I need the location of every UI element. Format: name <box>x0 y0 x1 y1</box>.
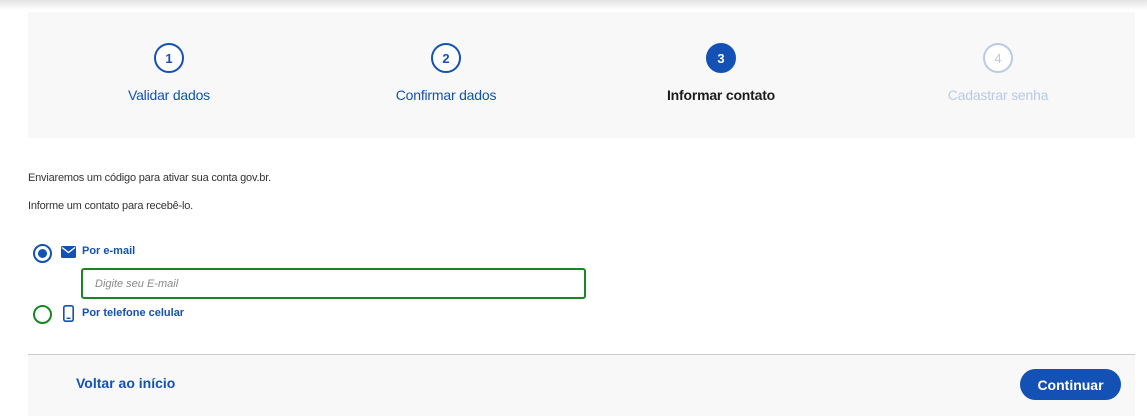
step-confirmar-dados[interactable]: 2 Confirmar dados <box>346 43 546 103</box>
footer-actions: Voltar ao início Continuar <box>28 355 1135 416</box>
info-text-contact: Informe um contato para recebê-lo. <box>28 200 194 212</box>
step-number-circle: 4 <box>983 43 1013 73</box>
step-validar-dados[interactable]: 1 Validar dados <box>69 43 269 103</box>
step-number-circle: 3 <box>706 43 736 73</box>
step-number-circle: 2 <box>431 43 461 73</box>
step-label: Informar contato <box>666 87 776 103</box>
email-input[interactable] <box>81 268 586 299</box>
email-radio[interactable] <box>33 244 52 263</box>
phone-radio[interactable] <box>33 305 52 324</box>
back-to-start-link[interactable]: Voltar ao início <box>76 375 175 391</box>
step-number-circle: 1 <box>154 43 184 73</box>
mobile-phone-icon <box>63 305 74 327</box>
envelope-icon <box>61 245 76 263</box>
info-text-code: Enviaremos um código para ativar sua con… <box>28 172 271 184</box>
top-shadow <box>0 0 1147 10</box>
continue-button[interactable]: Continuar <box>1020 369 1121 400</box>
step-label: Validar dados <box>128 87 210 103</box>
step-cadastrar-senha: 4 Cadastrar senha <box>898 43 1098 103</box>
email-option-label[interactable]: Por e-mail <box>82 245 135 257</box>
step-label: Confirmar dados <box>395 87 497 103</box>
step-label: Cadastrar senha <box>947 87 1049 103</box>
step-informar-contato: 3 Informar contato <box>621 43 821 103</box>
progress-stepper: 1 Validar dados 2 Confirmar dados 3 Info… <box>28 12 1135 138</box>
phone-option-label[interactable]: Por telefone celular <box>82 307 184 319</box>
